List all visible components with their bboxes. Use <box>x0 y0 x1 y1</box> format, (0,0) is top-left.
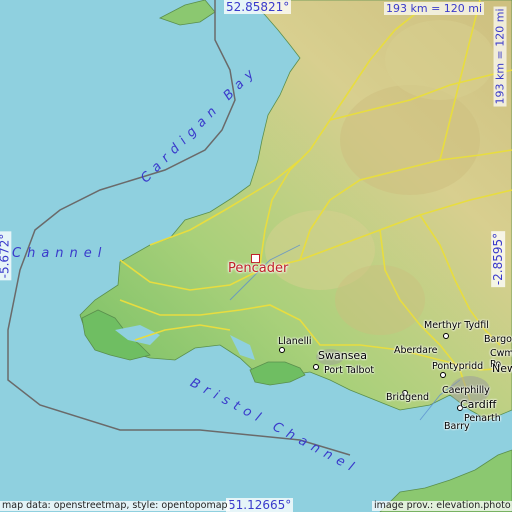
town-dot <box>440 372 446 378</box>
longitude-right: -2.8595° <box>491 230 506 288</box>
town-aberdare: Aberdare <box>394 345 438 356</box>
town-llanelli: Llanelli <box>278 336 312 347</box>
attribution-left: map data: openstreetmap, style: opentopo… <box>0 500 230 511</box>
latitude-top: 52.85821° <box>224 0 292 14</box>
town-bridgend: Bridgend <box>386 392 430 403</box>
town-cardiff: Cardiff <box>460 398 497 411</box>
scale-bar-top: 193 km = 120 mi <box>384 2 485 15</box>
town-pontypridd: Pontypridd <box>432 361 484 372</box>
town-port-talbot: Port Talbot <box>324 365 375 376</box>
town-barry: Barry <box>444 421 470 432</box>
map-view[interactable]: 52.85821° 193 km = 120 mi 51.12665° -5.6… <box>0 0 512 512</box>
town-newport: New <box>492 362 512 375</box>
town-swansea: Swansea <box>318 349 367 362</box>
sea-label-channel: Channel <box>12 246 108 261</box>
town-dot <box>443 333 449 339</box>
town-dot <box>279 347 285 353</box>
town-dot <box>313 364 319 370</box>
town-caerphilly: Caerphilly <box>442 385 490 396</box>
latitude-bottom: 51.12665° <box>226 498 294 512</box>
focus-label: Pencader <box>228 261 289 276</box>
attribution-right: image prov.: elevation.photo <box>372 500 512 511</box>
scale-bar-right: 193 km = 120 mi <box>493 6 507 107</box>
town-merthyr-tydfil: Merthyr Tydfil <box>424 320 489 331</box>
longitude-left: -5.672° <box>0 231 12 281</box>
town-cwmbran: Cwmb <box>490 348 512 359</box>
town-bargoed: Bargoed <box>484 334 512 345</box>
